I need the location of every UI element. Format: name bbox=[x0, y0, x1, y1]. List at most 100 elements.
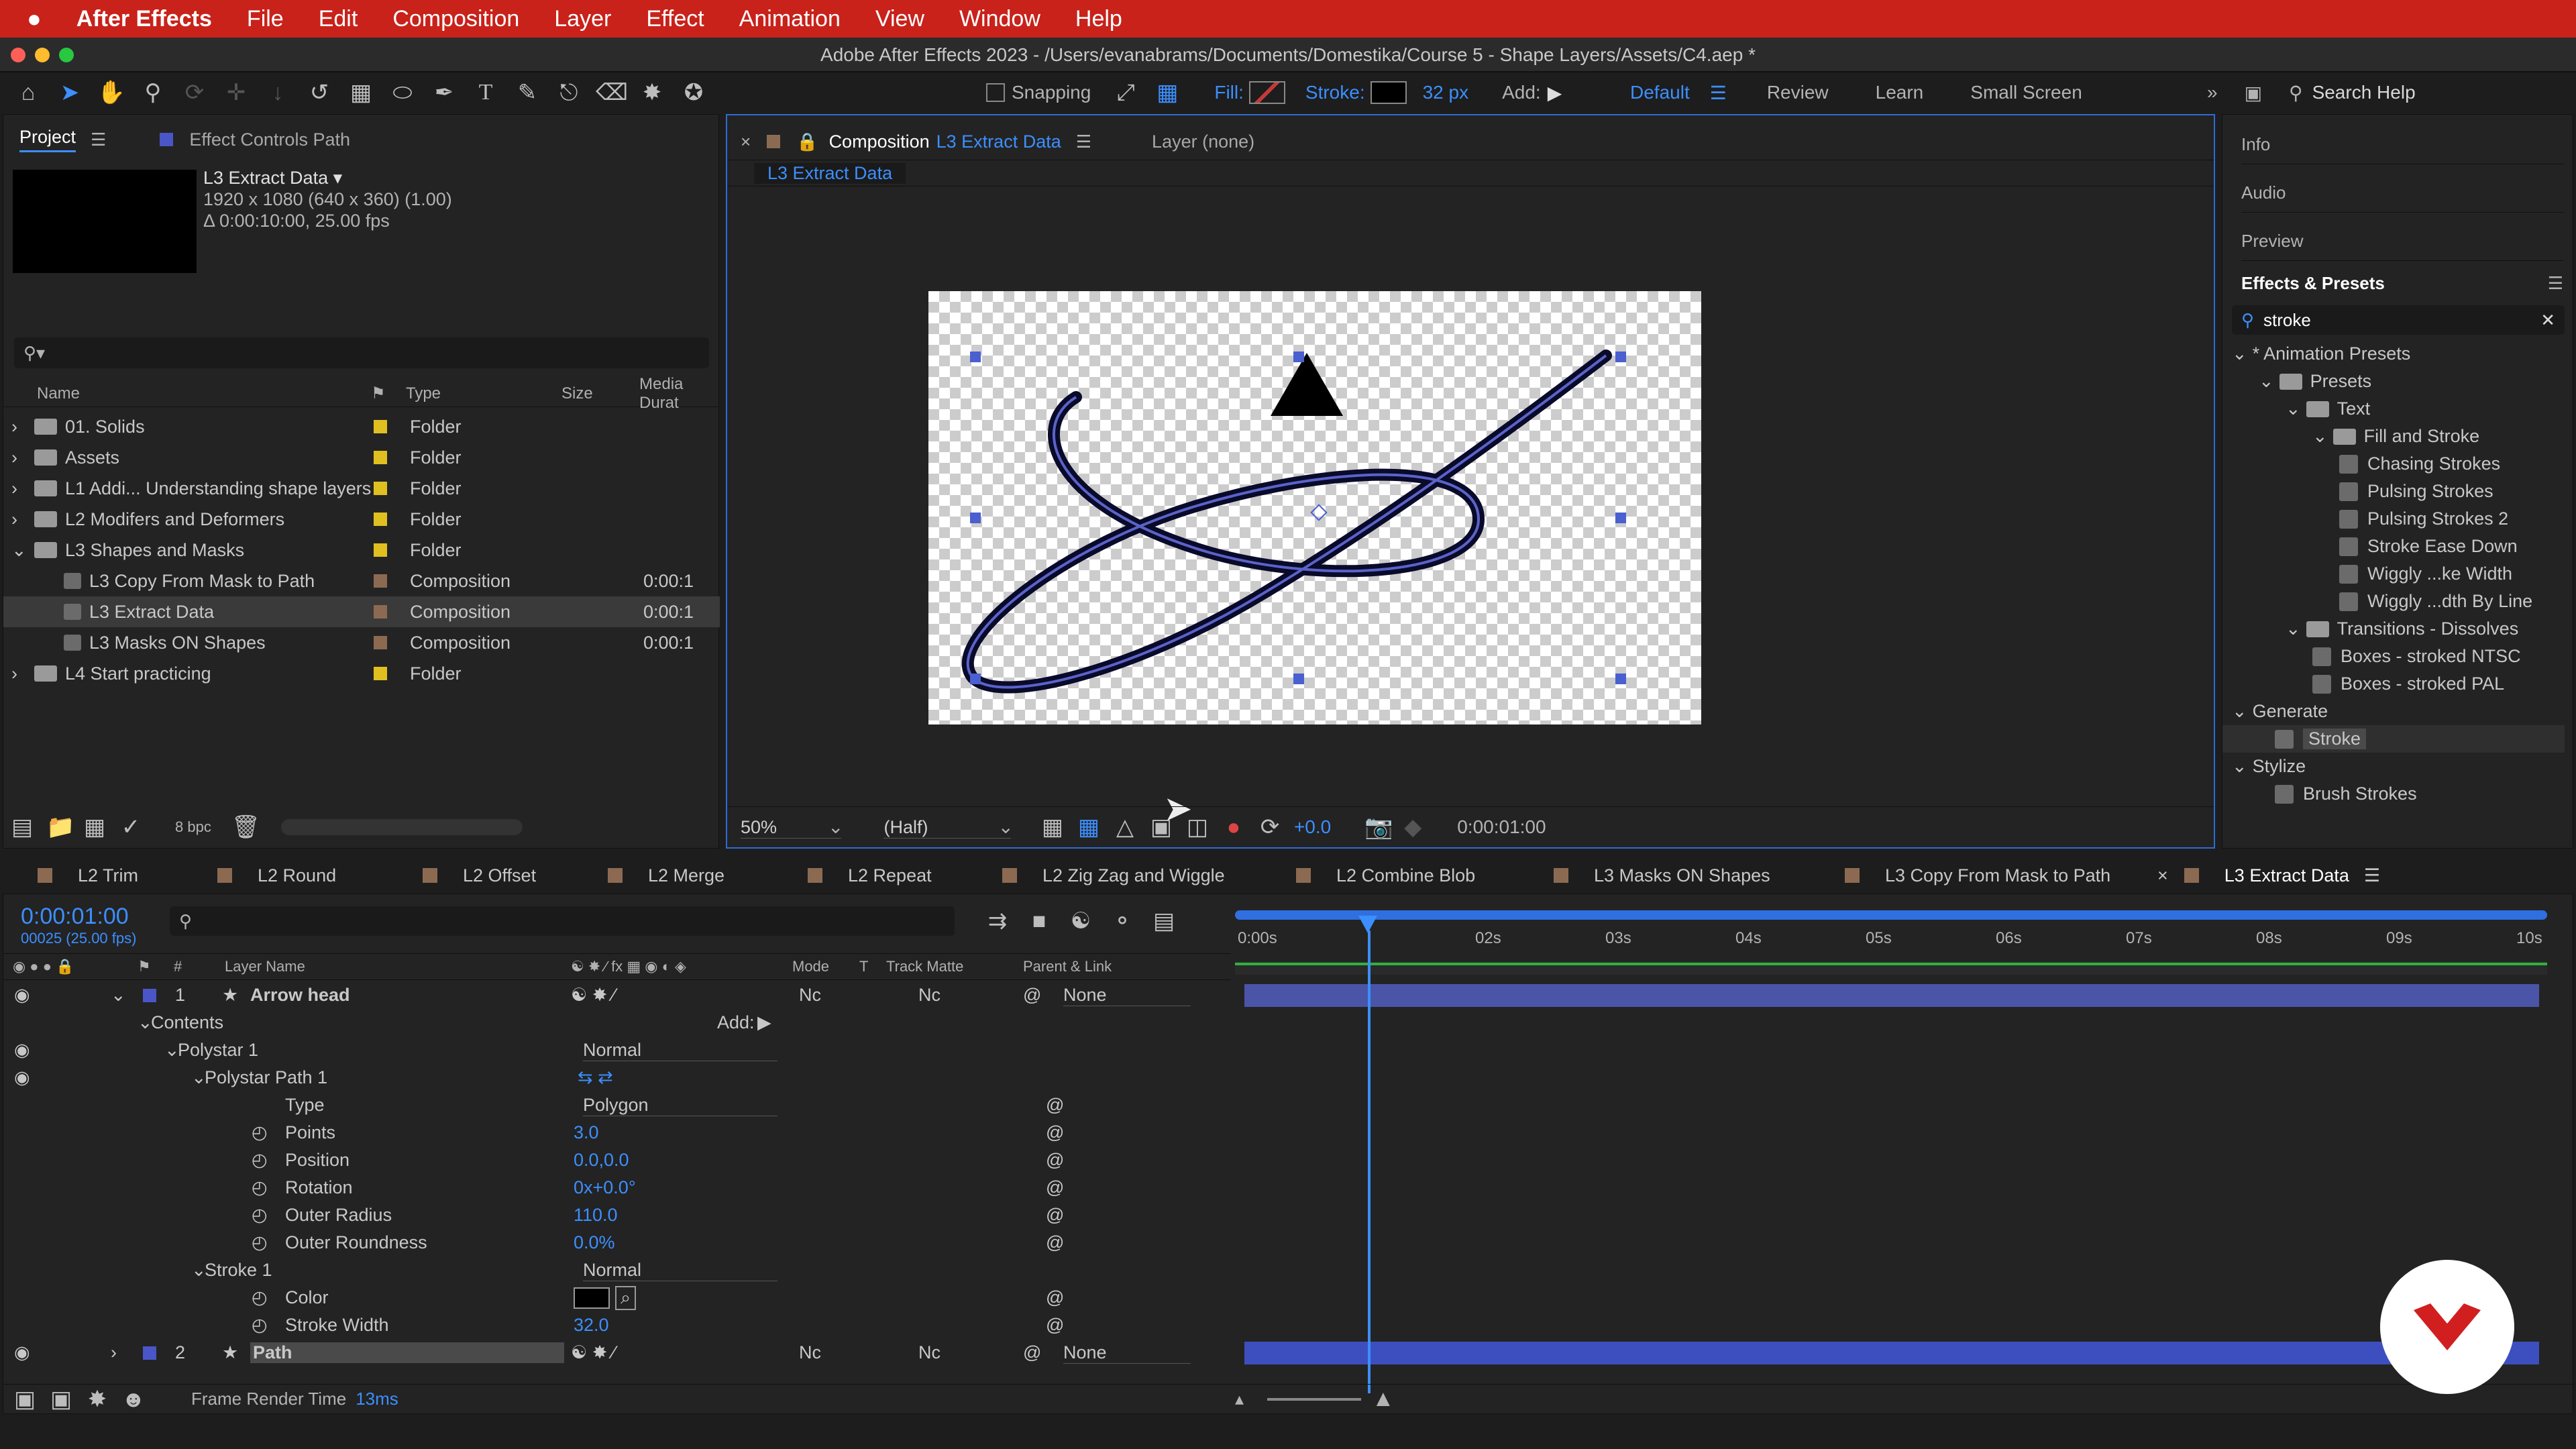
stopwatch-icon[interactable]: ◴ bbox=[252, 1315, 268, 1336]
pan-behind-tool-icon[interactable]: ▦ bbox=[346, 78, 376, 107]
panel-toggle-icon[interactable]: ▣ bbox=[2245, 82, 2262, 104]
time-ruler[interactable]: 0:00s 02s 03s 04s 05s 06s 07s 08s 09s 10s bbox=[1235, 910, 2547, 977]
rotate-tool-icon[interactable]: ↺ bbox=[305, 78, 334, 107]
comp-flowchart-icon[interactable]: ⇉ bbox=[983, 906, 1012, 936]
region-of-interest-icon[interactable]: ▣ bbox=[1149, 812, 1173, 842]
layer-switches[interactable]: ☯ ✸ ∕ bbox=[571, 985, 615, 1006]
pan-tool-icon[interactable]: ✛ bbox=[221, 78, 251, 107]
property-value[interactable]: 0.0,0.0 bbox=[574, 1150, 629, 1171]
stopwatch-icon[interactable]: ◴ bbox=[252, 1287, 268, 1308]
effects-tree-item[interactable]: Brush Strokes bbox=[2222, 780, 2565, 808]
tab-project[interactable]: Project bbox=[19, 127, 76, 152]
chevron-right-icon[interactable]: › bbox=[11, 417, 17, 437]
stopwatch-icon[interactable]: ◴ bbox=[252, 1177, 268, 1198]
close-tab-icon[interactable]: × bbox=[2157, 865, 2168, 886]
col-type[interactable]: Type bbox=[406, 384, 441, 403]
property-value[interactable]: 0x+0.0° bbox=[574, 1177, 636, 1198]
selected-comp-name[interactable]: L3 Extract Data ▾ bbox=[203, 167, 452, 189]
effects-tree-item[interactable]: ⌄ Text bbox=[2222, 395, 2565, 423]
fill-swatch[interactable] bbox=[1248, 81, 1285, 104]
workspace-default[interactable]: Default bbox=[1630, 82, 1690, 103]
zoom-dropdown[interactable]: 50% bbox=[741, 816, 841, 839]
blend-mode-dropdown[interactable]: Normal bbox=[583, 1040, 777, 1061]
timeline-tab[interactable]: L2 Combine Blob bbox=[1296, 861, 1475, 890]
col-layer-name[interactable]: Layer Name bbox=[225, 958, 305, 975]
property-row[interactable]: ◴ Stroke Width 32.0 @ bbox=[3, 1311, 1231, 1339]
label-color-swatch[interactable] bbox=[374, 636, 387, 649]
roto-brush-tool-icon[interactable]: ✸ bbox=[637, 78, 667, 107]
menu-view[interactable]: View bbox=[875, 6, 924, 32]
blend-mode-dropdown[interactable]: Normal bbox=[583, 1260, 777, 1281]
layer-switches[interactable]: ☯ ✸ ∕ bbox=[571, 1342, 615, 1363]
property-value[interactable]: 3.0 bbox=[574, 1122, 599, 1143]
viewer-menu-icon[interactable]: ☰ bbox=[1076, 131, 1091, 152]
menu-window[interactable]: Window bbox=[959, 6, 1040, 32]
workspace-overflow-icon[interactable]: » bbox=[2207, 82, 2218, 103]
effects-tree-item[interactable]: ⌄ * Animation Presets bbox=[2222, 340, 2565, 368]
layer-name[interactable]: Arrow head bbox=[250, 985, 350, 1006]
effects-tree-item[interactable]: ⌄ Generate bbox=[2222, 698, 2565, 725]
expression-pickwhip-icon[interactable]: @ bbox=[1046, 1315, 1064, 1336]
resolution-dropdown[interactable]: (Half) bbox=[883, 816, 1012, 839]
close-tab-icon[interactable]: × bbox=[741, 131, 751, 152]
exposure-value[interactable]: +0.0 bbox=[1294, 816, 1331, 838]
menu-edit[interactable]: Edit bbox=[319, 6, 358, 32]
timeline-tab[interactable]: L2 Merge bbox=[608, 861, 724, 890]
project-item[interactable]: ⌄ L3 Shapes and Masks Folder bbox=[3, 535, 720, 566]
expression-pickwhip-icon[interactable]: @ bbox=[1046, 1122, 1064, 1143]
effects-tree-item[interactable]: Pulsing Strokes 2 bbox=[2222, 505, 2565, 533]
add-shape-button[interactable]: ▶ bbox=[1548, 82, 1562, 104]
show-snapshot-icon[interactable]: ◆ bbox=[1401, 812, 1425, 842]
breadcrumb-item[interactable]: L3 Extract Data bbox=[754, 163, 906, 184]
tab-composition-prefix[interactable]: Composition bbox=[829, 131, 930, 152]
effects-tree-item[interactable]: Pulsing Strokes bbox=[2222, 478, 2565, 505]
visibility-eye-icon[interactable]: ◉ bbox=[14, 1040, 30, 1061]
label-color-swatch[interactable] bbox=[374, 543, 387, 557]
orbit-tool-icon[interactable]: ⟳ bbox=[180, 78, 209, 107]
project-item[interactable]: L3 Extract Data Composition 0:00:1 bbox=[3, 596, 720, 627]
tab-layer[interactable]: Layer (none) bbox=[1152, 131, 1254, 152]
col-parent[interactable]: Parent & Link bbox=[1023, 958, 1112, 975]
label-color-swatch[interactable] bbox=[374, 574, 387, 588]
layer-label-color[interactable] bbox=[143, 1346, 156, 1360]
label-color-swatch[interactable] bbox=[374, 451, 387, 464]
parent-dropdown[interactable]: None bbox=[1063, 985, 1191, 1006]
effects-tree-item[interactable]: Boxes - stroked PAL bbox=[2222, 670, 2565, 698]
chevron-down-icon[interactable]: ⌄ bbox=[2232, 701, 2247, 722]
visibility-eye-icon[interactable]: ◉ bbox=[14, 985, 30, 1006]
effects-tree-item[interactable]: ⌄ Fill and Stroke bbox=[2222, 423, 2565, 450]
zoom-in-icon[interactable]: ▲ bbox=[1372, 1386, 1395, 1412]
timeline-tab[interactable]: L2 Zig Zag and Wiggle bbox=[1002, 861, 1225, 890]
stopwatch-icon[interactable]: ◴ bbox=[252, 1150, 268, 1171]
zoom-window-button[interactable] bbox=[59, 48, 74, 62]
graph-editor-icon[interactable]: ▤ bbox=[1149, 906, 1179, 936]
color-swatch[interactable] bbox=[574, 1287, 610, 1309]
timeline-timecode[interactable]: 0:00:01:00 bbox=[21, 904, 136, 930]
puppet-tool-icon[interactable]: ✪ bbox=[679, 78, 708, 107]
expression-pickwhip-icon[interactable]: @ bbox=[1046, 1150, 1064, 1171]
layer-name[interactable]: Path bbox=[250, 1342, 564, 1363]
stopwatch-icon[interactable]: ◴ bbox=[252, 1122, 268, 1143]
current-time-indicator[interactable] bbox=[1368, 930, 1371, 1393]
track-matte-dropdown[interactable]: Nc bbox=[918, 1342, 941, 1363]
workspace-learn[interactable]: Learn bbox=[1876, 82, 1924, 103]
property-row[interactable]: ◴ Points 3.0 @ bbox=[3, 1119, 1231, 1146]
transfer-controls-icon[interactable]: ▣ bbox=[49, 1385, 73, 1414]
col-mode[interactable]: Mode bbox=[792, 958, 829, 975]
project-menu-icon[interactable]: ☰ bbox=[91, 129, 106, 150]
project-search-input[interactable]: ⚲▾ bbox=[14, 337, 709, 368]
effects-tree-item[interactable]: ⌄ Transitions - Dissolves bbox=[2222, 615, 2565, 643]
render-time-icon[interactable]: ☻ bbox=[121, 1385, 146, 1414]
track-matte-dropdown[interactable]: Nc bbox=[918, 985, 941, 1006]
chevron-down-icon[interactable]: ⌄ bbox=[2232, 756, 2247, 777]
brush-tool-icon[interactable]: ✎ bbox=[513, 78, 542, 107]
menu-composition[interactable]: Composition bbox=[392, 6, 519, 32]
property-row[interactable]: ◉ ⌄ Polystar Path 1 ⇆ ⇄ bbox=[3, 1064, 1231, 1091]
layer-duration-bar[interactable] bbox=[1244, 984, 2539, 1007]
label-color-swatch[interactable] bbox=[374, 420, 387, 433]
lock-icon[interactable]: 🔒 bbox=[796, 131, 818, 152]
project-item[interactable]: › 01. Solids Folder bbox=[3, 411, 720, 442]
project-item[interactable]: › L4 Start practicing Folder bbox=[3, 658, 720, 689]
panel-preview[interactable]: Preview bbox=[2241, 221, 2563, 261]
snap-grid-icon[interactable]: ▦ bbox=[1152, 78, 1182, 107]
